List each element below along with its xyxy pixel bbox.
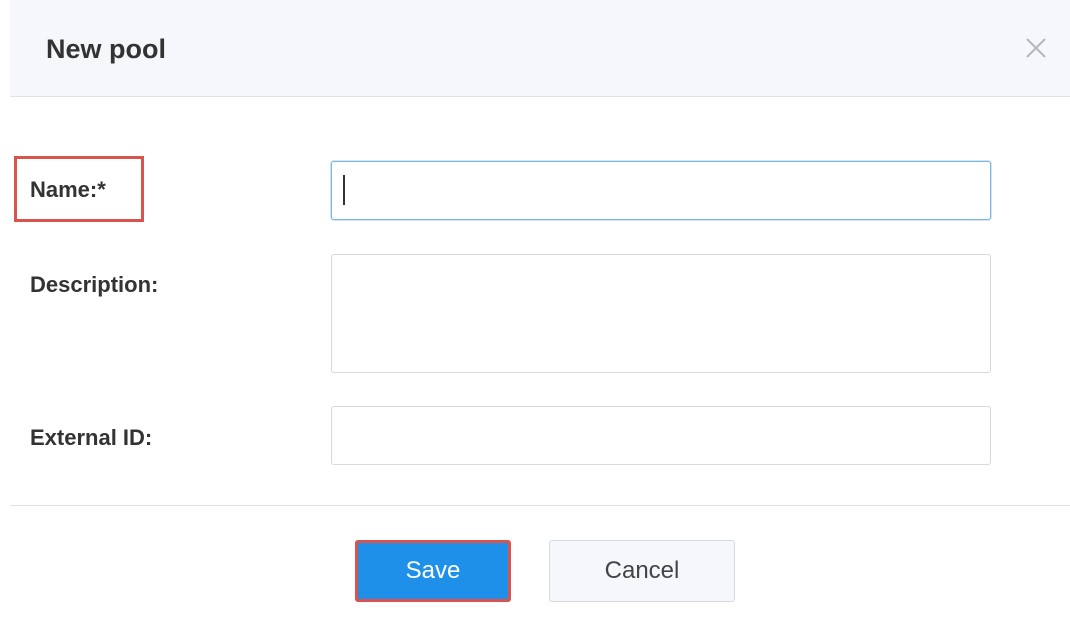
dialog-title: New pool xyxy=(46,34,166,64)
text-caret xyxy=(343,175,345,205)
name-label: Name:* xyxy=(30,177,106,202)
new-pool-dialog: New pool Name:* Description: External ID… xyxy=(0,0,1070,629)
name-input[interactable] xyxy=(331,161,991,220)
description-label: Description: xyxy=(30,272,159,297)
close-icon xyxy=(1026,38,1046,58)
close-button[interactable] xyxy=(1016,28,1056,68)
external-id-label: External ID: xyxy=(30,425,153,450)
dialog-header: New pool xyxy=(10,0,1070,97)
description-textarea[interactable] xyxy=(331,254,991,373)
save-button[interactable]: Save xyxy=(355,540,511,602)
cancel-button[interactable]: Cancel xyxy=(549,540,735,602)
external-id-input[interactable] xyxy=(331,406,991,465)
footer-divider xyxy=(10,505,1070,506)
